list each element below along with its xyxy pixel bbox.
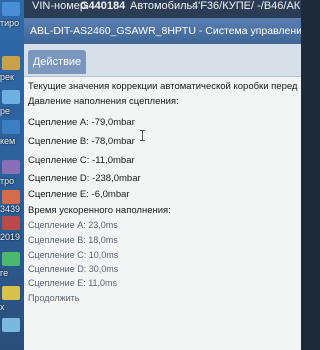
action-header: Действие	[24, 44, 301, 76]
desktop-app-icon[interactable]	[2, 216, 20, 230]
desktop-app-icon[interactable]	[2, 190, 20, 204]
time-value-d: Сцепление D: 30,0ms	[28, 264, 119, 274]
desktop-icon-label: 2019	[0, 232, 21, 242]
car-value: 4'F36/КУПЕ/ -/В46/АКПП/	[192, 0, 301, 12]
pressure-title: Давление наполнения сцепления:	[28, 96, 179, 107]
desktop-app-icon[interactable]	[2, 318, 20, 332]
pressure-value-a: Сцепление А: -79,0mbar	[28, 117, 135, 128]
desktop-icon-label: тро	[0, 176, 15, 186]
window-title: ABL-DIT-AS2460_GSAWR_8HPTU - Система упр…	[30, 25, 301, 37]
desktop-icon-strip: тиро рек ре кем тро 3439 2019 ге х	[0, 0, 24, 350]
result-heading: Текущие значения коррекции автоматическо…	[28, 81, 298, 92]
desktop-icon-label: рек	[0, 72, 14, 82]
desktop-app-icon[interactable]	[2, 120, 20, 134]
vehicle-info-bar: VIN-номер: G440184 Автомобиль: 4'F36/КУП…	[24, 0, 301, 18]
time-value-e: Сцепление Е: 11,0ms	[28, 278, 118, 288]
desktop-app-icon[interactable]	[2, 286, 20, 300]
desktop-icon-label: кем	[0, 136, 16, 146]
continue-link[interactable]: Продолжить	[28, 293, 298, 303]
time-value-a: Сцепление А: 23,0ms	[28, 220, 118, 230]
time-title: Время ускоренного наполнения:	[28, 205, 171, 216]
vin-value: G440184	[80, 0, 126, 12]
pressure-value-d: Сцепление D: -238,0mbar	[28, 173, 141, 184]
pressure-value-c: Сцепление С: -11,0mbar	[28, 155, 135, 166]
desktop-app-icon[interactable]	[2, 56, 20, 70]
car-label: Автомобиль:	[130, 0, 196, 12]
desktop-app-icon[interactable]	[2, 2, 20, 16]
pressure-value-e: Сцепление Е: -6,0mbar	[28, 189, 130, 200]
time-value-c: Сцепление С: 10,0ms	[28, 250, 119, 260]
desktop-icon-label: тиро	[0, 18, 20, 28]
window-title-bar[interactable]: ABL-DIT-AS2460_GSAWR_8HPTU - Система упр…	[24, 18, 301, 44]
desktop-icon-label: ге	[0, 268, 9, 278]
action-tab[interactable]: Действие	[28, 50, 86, 74]
time-value-b: Сцепление В: 18,0ms	[28, 235, 118, 245]
desktop-app-icon[interactable]	[2, 160, 20, 174]
desktop-icon-label: ре	[0, 106, 11, 116]
result-panel: Текущие значения коррекции автоматическо…	[24, 76, 301, 350]
desktop-app-icon[interactable]	[2, 90, 20, 104]
text-cursor-icon	[140, 130, 145, 141]
desktop-icon-label: х	[0, 302, 5, 312]
desktop-app-icon[interactable]	[2, 252, 20, 266]
desktop-icon-label: 3439	[0, 204, 21, 214]
screen: тиро рек ре кем тро 3439 2019 ге х VIN-н…	[0, 0, 301, 350]
pressure-value-b: Сцепление В: -78,0mbar	[28, 136, 135, 147]
